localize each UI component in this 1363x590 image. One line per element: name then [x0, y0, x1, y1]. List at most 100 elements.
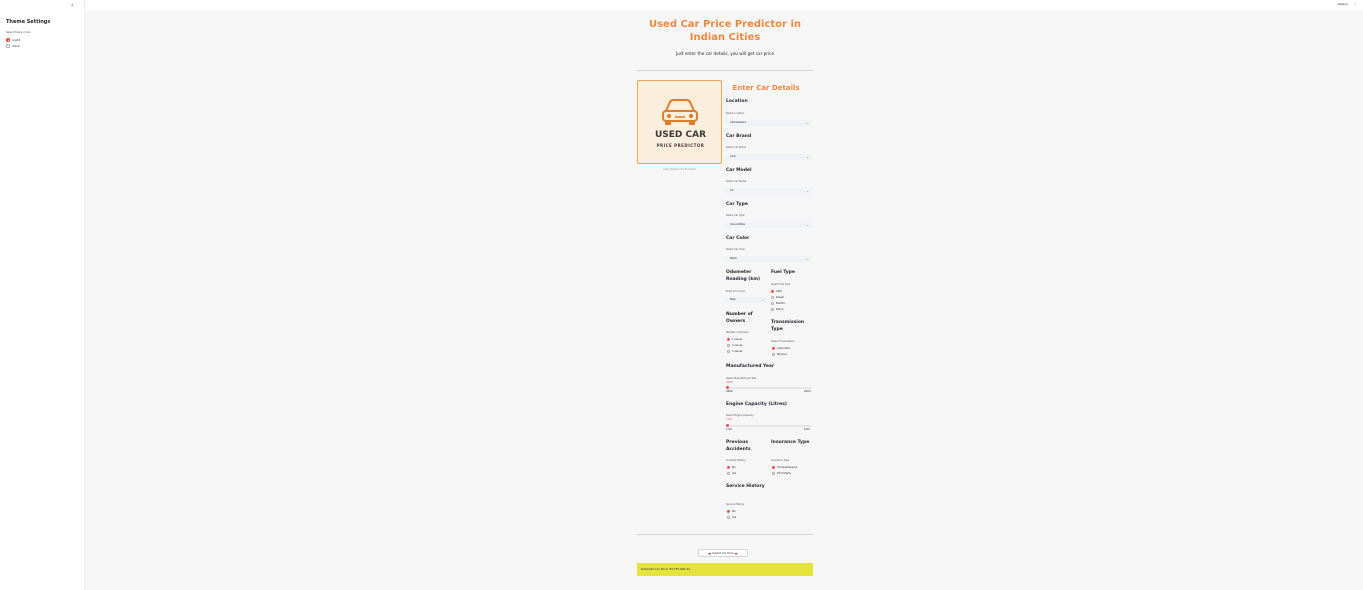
radio-selected-icon [771, 290, 774, 293]
chevron-down-icon: ⌄ [761, 298, 764, 302]
transmission-option-manual[interactable]: Manual [772, 353, 786, 356]
type-heading: Car Type [726, 202, 748, 207]
divider [637, 534, 813, 535]
divider [637, 70, 813, 71]
location-label: Select Location [726, 112, 745, 115]
owners-option-label: 3 owner [732, 350, 743, 353]
location-select[interactable]: Ahmedabad ⌄ [726, 120, 812, 126]
theme-option-light[interactable]: Light [6, 38, 20, 42]
logo-image: USED CAR PRICE PREDICTOR [637, 80, 722, 164]
car-icon [662, 99, 698, 125]
engine-slider-max: 6.00 [804, 428, 810, 431]
chevron-down-icon: ⌄ [806, 223, 809, 227]
owners-option-3[interactable]: 3 owner [727, 350, 743, 353]
fuel-option-label: CNG [776, 290, 782, 293]
owners-option-1[interactable]: 1 owner [727, 338, 743, 341]
brand-select[interactable]: Audi ⌄ [726, 154, 812, 160]
odometer-select[interactable]: New ⌄ [726, 297, 767, 303]
year-slider-min: 2000 [726, 390, 733, 393]
insurance-heading: Insurance Type [771, 440, 810, 445]
insurance-option-third-party[interactable]: Third Party [772, 472, 791, 475]
engine-slider-thumb[interactable] [726, 424, 729, 427]
service-option-label: No [732, 510, 736, 513]
color-select-value: Black [730, 257, 738, 260]
owners-option-label: 1 owner [732, 338, 743, 341]
chevron-down-icon: ⌄ [806, 189, 809, 193]
type-select[interactable]: Convertible ⌄ [726, 222, 812, 228]
engine-label: Select Engine Capacity [726, 414, 754, 417]
year-slider-max: 2024 [804, 390, 811, 393]
owners-option-2[interactable]: 2 owner [727, 344, 743, 347]
transmission-option-label: Manual [777, 353, 787, 356]
color-select[interactable]: Black ⌄ [726, 256, 812, 262]
predicted-price-result: Predicted Car Price: ₹3,797,964.44 [637, 563, 813, 576]
year-heading: Manufactured Year [726, 364, 775, 369]
fuel-option-label: Electric [776, 302, 786, 305]
fuel-option-petrol[interactable]: Petrol [771, 308, 783, 311]
brand-heading: Car Brand [726, 134, 752, 139]
form-title: Enter Car Details [732, 84, 800, 92]
owners-label: Number of Owners [726, 331, 749, 334]
service-option-no[interactable]: No [727, 510, 736, 513]
service-label: Service History [726, 503, 745, 506]
radio-unselected-icon [772, 472, 775, 475]
brand-label: Select Car Brand [726, 146, 747, 149]
service-option-yes[interactable]: Yes [727, 516, 736, 519]
model-label: Select Car Model [726, 180, 747, 183]
logo-caption: Used Vehicle Car Emulator [662, 168, 697, 171]
accidents-heading: Previous Accidents [726, 440, 751, 452]
theme-option-label: Dark [12, 44, 20, 48]
radio-unselected-icon [727, 472, 730, 475]
predict-price-button[interactable]: 🚗 Predict Car Price 🚗 [698, 549, 748, 557]
color-label: Select Car Color [726, 248, 746, 251]
accidents-option-label: No [732, 466, 736, 469]
color-heading: Car Color [726, 236, 750, 241]
engine-slider-value: 1.00 [726, 418, 732, 421]
main-area [85, 10, 1363, 590]
owners-option-label: 2 owner [732, 344, 743, 347]
model-select[interactable]: A3 ⌄ [726, 188, 812, 194]
radio-unselected-icon [771, 308, 774, 311]
theme-option-dark[interactable]: Dark [6, 44, 20, 48]
radio-unselected-icon [727, 350, 730, 353]
theme-mode-label: Select theme mode [6, 31, 31, 34]
radio-selected-icon [772, 347, 775, 350]
year-slider-thumb[interactable] [726, 386, 729, 389]
model-heading: Car Model [726, 168, 752, 173]
radio-unselected-icon [6, 44, 10, 48]
transmission-option-automatic[interactable]: Automatic [772, 347, 790, 350]
fuel-option-diesel[interactable]: Diesel [771, 296, 784, 299]
fuel-option-cng[interactable]: CNG [771, 290, 782, 293]
location-heading: Location [726, 99, 748, 104]
insurance-option-comprehensive[interactable]: Comprehensive [772, 466, 797, 469]
accidents-option-yes[interactable]: Yes [727, 472, 736, 475]
radio-selected-icon [727, 466, 730, 469]
radio-unselected-icon [771, 296, 774, 299]
transmission-option-label: Automatic [777, 347, 791, 350]
radio-unselected-icon [771, 302, 774, 305]
service-heading: Service History [726, 484, 765, 489]
fuel-option-electric[interactable]: Electric [771, 302, 786, 305]
chevron-down-icon: ⌄ [806, 121, 809, 125]
theme-option-label: Light [12, 38, 21, 42]
deploy-button[interactable]: Deploy [1337, 2, 1348, 6]
logo-subtitle: PRICE PREDICTOR [656, 143, 705, 148]
radio-selected-icon [727, 510, 730, 513]
chevron-left-icon[interactable]: ‹ [71, 2, 73, 9]
type-select-value: Convertible [730, 223, 745, 226]
radio-selected-icon [727, 338, 730, 341]
location-select-value: Ahmedabad [730, 121, 746, 124]
accidents-option-label: Yes [732, 472, 737, 475]
year-slider-track[interactable] [727, 387, 812, 389]
type-label: Select Car Type [726, 214, 745, 217]
fuel-label: Select Fuel Type [771, 283, 791, 286]
main-menu-icon[interactable]: ⋮ [1353, 1, 1357, 6]
engine-slider-track[interactable] [727, 425, 812, 427]
chevron-down-icon: ⌄ [806, 155, 809, 159]
transmission-label: Select Transmission [771, 340, 795, 343]
insurance-option-label: Third Party [777, 472, 792, 475]
sidebar: ‹ Theme Settings Select theme mode Light… [0, 0, 85, 590]
accidents-option-no[interactable]: No [727, 466, 736, 469]
engine-heading: Engine Capacity (Litres) [726, 402, 787, 407]
fuel-option-label: Petrol [776, 308, 784, 311]
